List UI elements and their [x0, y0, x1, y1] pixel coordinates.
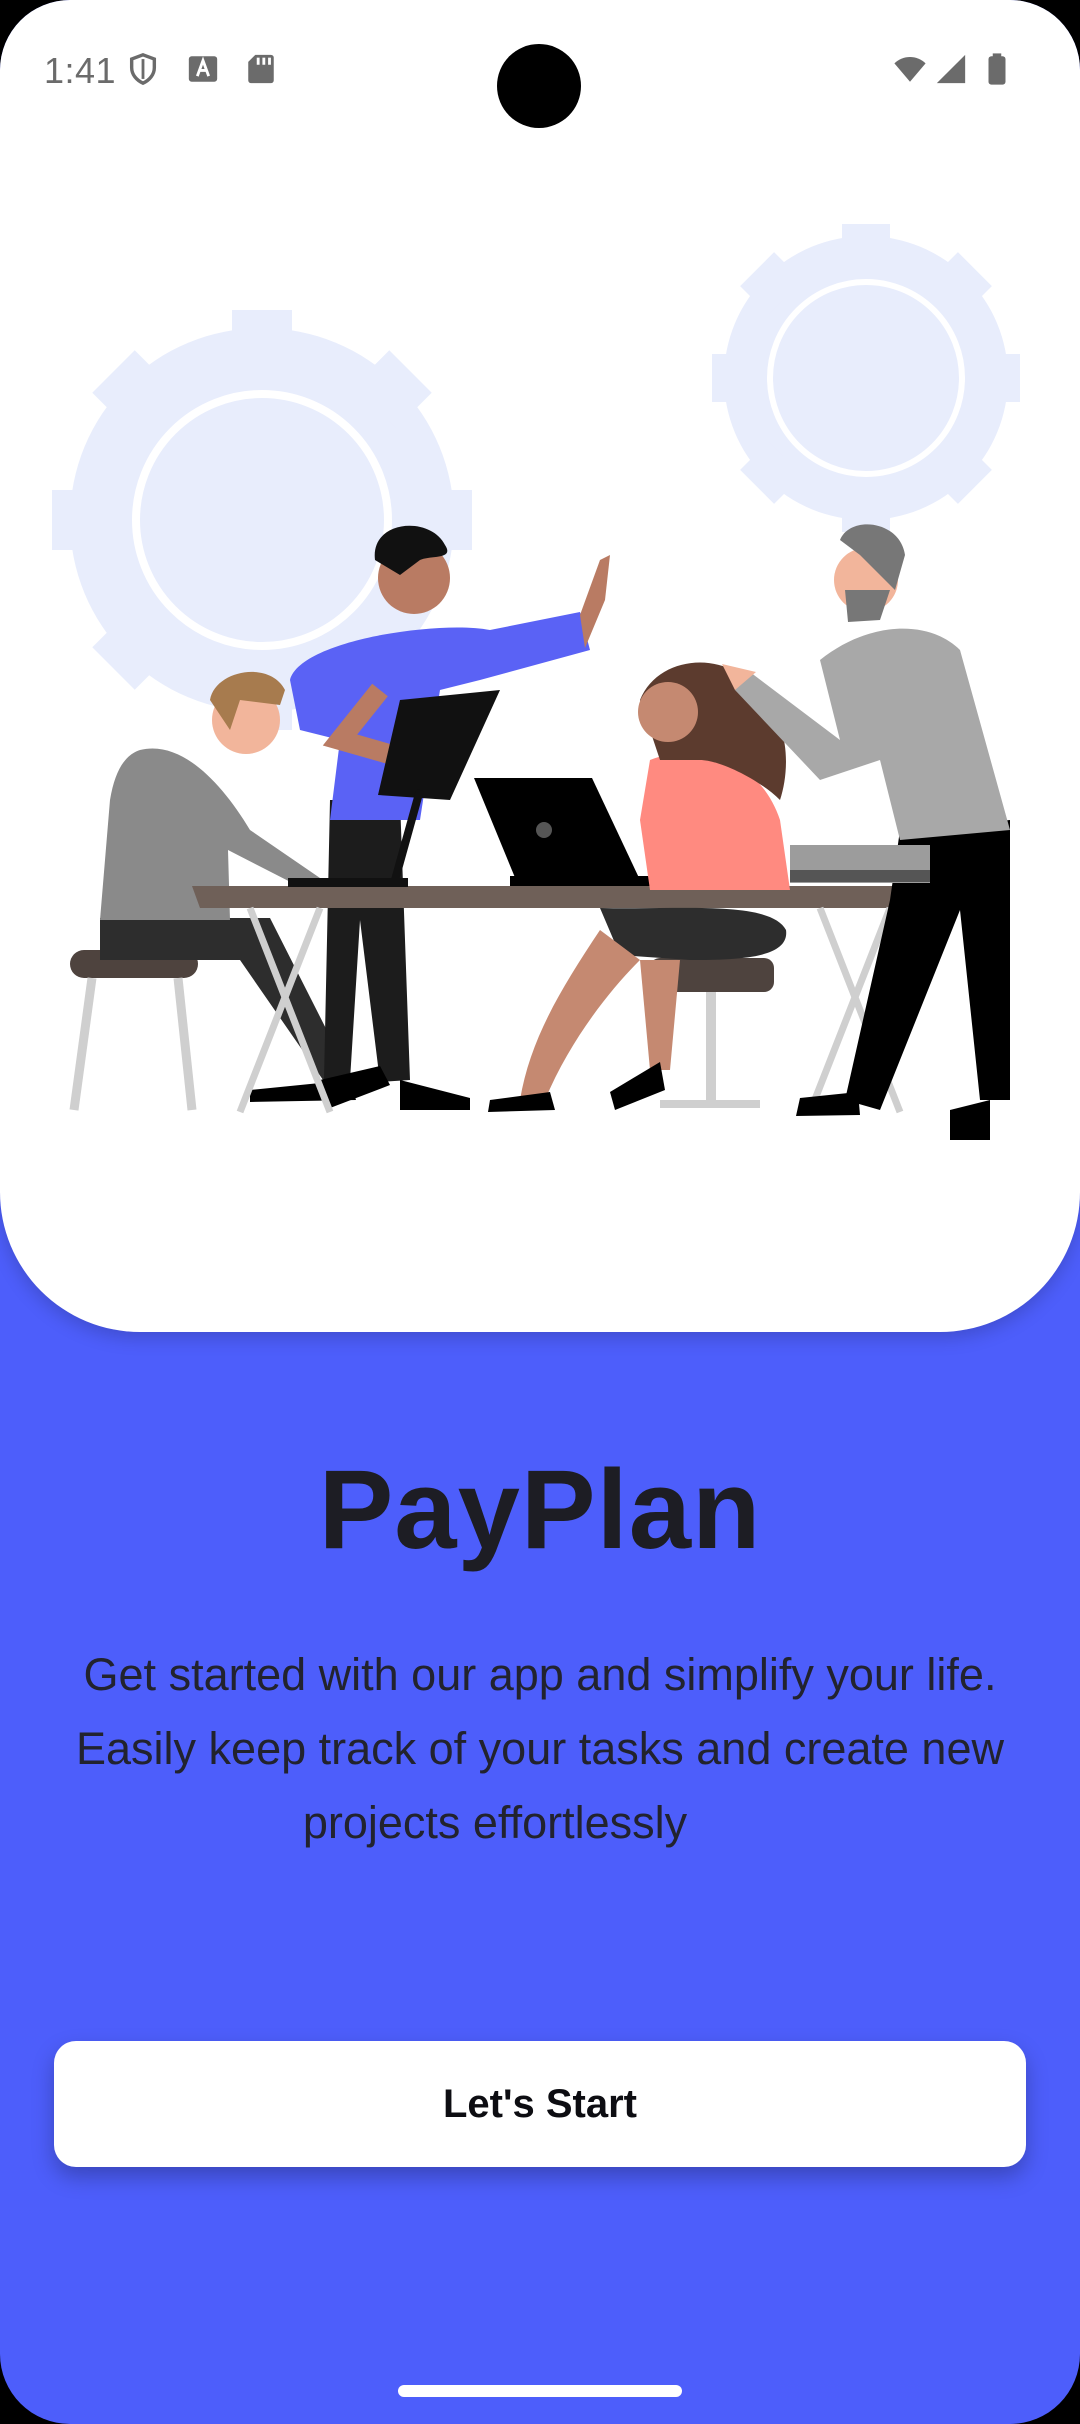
- sd-card-icon: [248, 54, 274, 84]
- battery-icon: [988, 53, 1006, 85]
- description-line: Easily keep track of your tasks and crea…: [76, 1723, 1004, 1774]
- home-indicator[interactable]: [398, 2385, 682, 2397]
- lets-start-button-label: Let's Start: [442, 2081, 637, 2126]
- status-bar: 1:41: [0, 0, 1080, 140]
- app-title: PayPlan: [318, 1447, 762, 1572]
- keyboard-a-icon: [188, 56, 218, 82]
- hero-card: 1:41: [0, 0, 1080, 1332]
- gear-icon: [712, 224, 1020, 532]
- status-time: 1:41: [44, 50, 117, 91]
- lets-start-button[interactable]: Let's Start: [54, 2041, 1026, 2167]
- description-line: Get started with our app and simplify yo…: [83, 1649, 997, 1700]
- description-line: projects effortlessly: [302, 1797, 688, 1848]
- app-description: Get started with our app and simplify yo…: [40, 1638, 1040, 1860]
- front-camera: [497, 44, 581, 128]
- wifi-icon: [894, 56, 926, 82]
- team-meeting-illustration: [52, 224, 1020, 1140]
- cellular-signal-icon: [936, 54, 966, 84]
- shield-icon: [129, 53, 157, 86]
- onboarding-screen: 1:41 PayPlan Get started with our app an…: [0, 0, 1080, 2424]
